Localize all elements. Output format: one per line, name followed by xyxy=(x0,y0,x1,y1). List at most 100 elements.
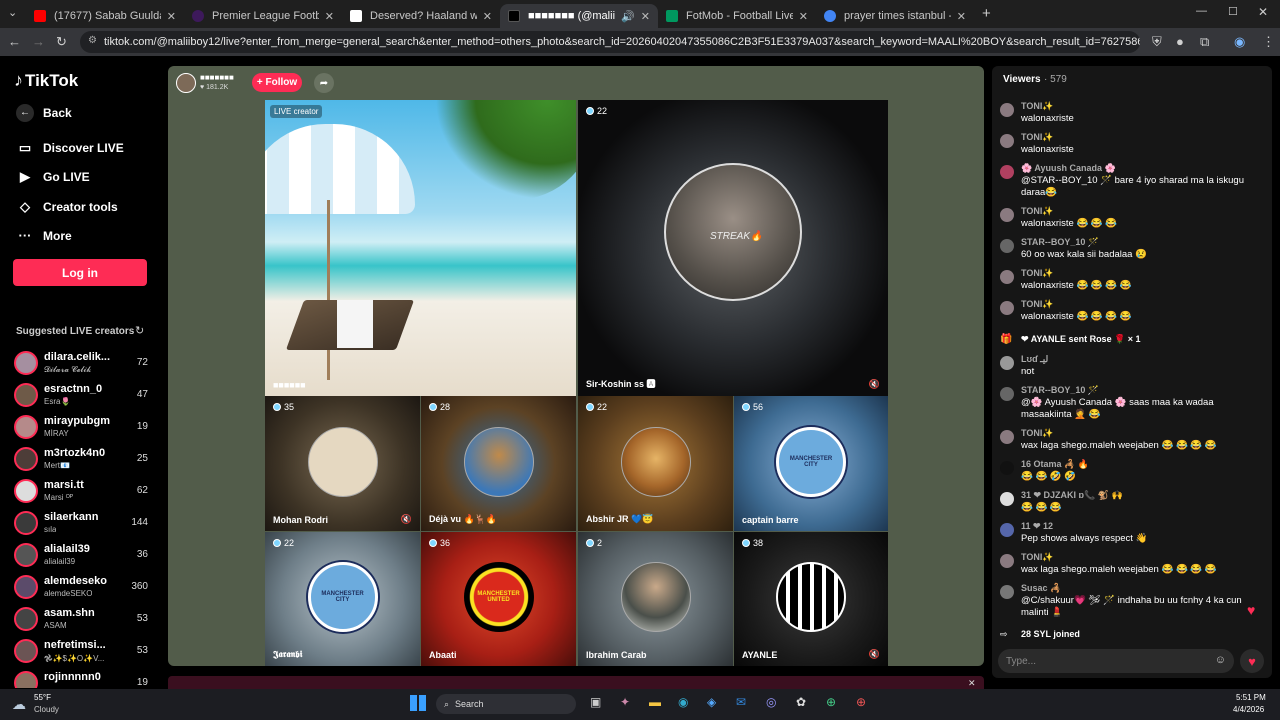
back-arrow-icon[interactable]: ← xyxy=(8,34,21,49)
close-icon[interactable]: ✕ xyxy=(641,10,650,23)
guest-tile-6[interactable]: 22 MANCHESTER CITY 𝕵𝖆𝖗𝖆𝖓𝖇𝖎 xyxy=(265,532,420,666)
browser-tab-4[interactable]: ■■■■■■■ (@maliiboy1🔊✕ xyxy=(500,4,658,28)
diamond-icon xyxy=(586,539,594,547)
avatar xyxy=(1000,492,1014,506)
heart-icon: ♥ xyxy=(1248,653,1256,669)
puzzle-icon[interactable]: ⧉ xyxy=(1200,34,1209,50)
app-icon-2[interactable]: ✿ xyxy=(796,695,806,709)
login-button[interactable]: Log in xyxy=(13,259,147,286)
share-button[interactable]: ➦ xyxy=(314,73,334,93)
outlook-icon[interactable]: ✉ xyxy=(736,695,746,709)
guest-tile-4[interactable]: 22 Abshir JR 💙😇 xyxy=(578,396,733,531)
creator-row[interactable]: dilara.celik... 𝓓𝓲𝓵𝓪𝓻𝓪 𝓒𝓮𝓵𝓲𝓴 72 xyxy=(14,348,148,382)
chrome-profile-icon[interactable]: ⊕ xyxy=(856,695,866,709)
host-avatar[interactable] xyxy=(176,73,196,93)
suggested-title: Suggested LIVE creators xyxy=(16,326,135,337)
diamond-icon xyxy=(586,403,594,411)
bottom-banner xyxy=(168,676,984,689)
avatar xyxy=(14,351,38,375)
menu-icon[interactable]: ⋮ xyxy=(1262,34,1275,50)
emoji-icon[interactable]: ☺ xyxy=(1215,654,1226,666)
clock-time[interactable]: 5:51 PM xyxy=(1236,693,1266,702)
creator-row[interactable]: nefretimsi... 𖣘✨$✨O✨V... 53 xyxy=(14,636,148,670)
avatar xyxy=(14,607,38,631)
guest-tile-5[interactable]: 56 MANCHESTER CITY captain barre xyxy=(734,396,888,531)
chat-input[interactable]: Type... ☺ xyxy=(998,649,1234,673)
guest-tile-1[interactable]: 22 STREAK🔥 Sir-Koshin ss 🅰 🔇 xyxy=(578,100,888,396)
chrome-icon[interactable]: ⊕ xyxy=(826,695,836,709)
close-window-button[interactable]: ✕ xyxy=(1258,5,1268,19)
close-icon[interactable]: ✕ xyxy=(957,10,966,23)
reload-icon[interactable]: ↻ xyxy=(56,34,67,50)
host-name[interactable]: ■■■■■■■ xyxy=(200,73,234,82)
viewers-label[interactable]: Viewers xyxy=(1003,74,1041,85)
nav-go-live[interactable]: ▶ Go LIVE xyxy=(16,169,90,185)
manchester-city-crest: MANCHESTER CITY xyxy=(307,562,378,632)
browser-tab-6[interactable]: prayer times istanbul - Google✕ xyxy=(816,4,974,28)
browser-tab-1[interactable]: (17677) Sabab Guuldaradii City✕ xyxy=(26,4,184,28)
address-bar[interactable]: ⚙ tiktok.com/@maliiboy12/live?enter_from… xyxy=(80,31,1140,53)
browser-tab-5[interactable]: FotMob - Football Live Scores✕ xyxy=(658,4,816,28)
audio-icon[interactable]: 🔊 xyxy=(621,10,635,23)
tiktok-logo[interactable]: ♪ TikTok xyxy=(14,70,78,91)
tiktok-note-icon: ♪ xyxy=(14,70,23,90)
nav-more[interactable]: ··· More xyxy=(16,228,72,243)
guest-tile-9[interactable]: 38 AYANLE 🔇 xyxy=(734,532,888,666)
chair-backrest xyxy=(337,300,373,348)
close-icon[interactable]: ✕ xyxy=(167,10,176,23)
muted-mic-icon: 🔇 xyxy=(868,379,880,389)
guest-tile-7[interactable]: 36 MANCHESTER UNITED Abaati xyxy=(421,532,576,666)
creator-row[interactable]: marsi.tt Marsi ᴼᴾ 62 xyxy=(14,476,148,510)
creator-row[interactable]: silaerkann sıla 144 xyxy=(14,508,148,542)
avatar xyxy=(1000,208,1014,222)
taskbar-search[interactable]: ⌕ Search xyxy=(436,694,576,714)
creator-row[interactable]: alemdeseko alemdeSEKO 360 xyxy=(14,572,148,606)
follow-button[interactable]: + Follow xyxy=(252,73,302,92)
windows-start-icon[interactable] xyxy=(410,695,426,711)
browser-tab-3[interactable]: Deserved? Haaland wins UEFA✕ xyxy=(342,4,500,28)
diamond-icon xyxy=(429,403,437,411)
like-button[interactable]: ♥ xyxy=(1240,649,1264,673)
store-icon[interactable]: ◈ xyxy=(707,695,716,709)
tab-search-icon[interactable]: ⌄ xyxy=(8,6,17,19)
manchester-united-crest: MANCHESTER UNITED xyxy=(463,562,534,632)
guest-name: 𝕵𝖆𝖗𝖆𝖓𝖇𝖎 xyxy=(273,649,303,659)
creator-row[interactable]: asam.shn ASAM 53 xyxy=(14,604,148,638)
new-tab-button[interactable]: + xyxy=(982,5,991,22)
forward-arrow-icon[interactable]: → xyxy=(32,34,45,49)
creator-row[interactable]: esractnn_0 Esra🌷 47 xyxy=(14,380,148,414)
file-explorer-icon[interactable]: ▬ xyxy=(649,695,661,709)
site-info-icon[interactable]: ⚙ xyxy=(88,35,97,46)
guest-tile-8[interactable]: 2 Ibrahim Carab xyxy=(578,532,733,666)
copilot-icon[interactable]: ✦ xyxy=(620,695,630,709)
maximize-button[interactable]: ☐ xyxy=(1228,5,1238,18)
creator-row[interactable]: alialail39 alialail39 36 xyxy=(14,540,148,574)
taskview-icon[interactable]: ▣ xyxy=(590,695,601,709)
extension-icon[interactable]: ● xyxy=(1176,34,1184,49)
back-link[interactable]: ← Back xyxy=(16,104,72,122)
guest-tile-3[interactable]: 28 Déjà vu 🔥🦌🔥 xyxy=(421,396,576,531)
profile-icon[interactable]: ◉ xyxy=(1234,34,1245,50)
creator-row[interactable]: miraypubgm MİRAY 19 xyxy=(14,412,148,446)
host-likes: ♥ 181.2K xyxy=(200,84,229,91)
close-icon[interactable]: ✕ xyxy=(483,10,492,23)
guest-tile-2[interactable]: 35 Mohan Rodri 🔇 xyxy=(265,396,420,531)
viewers-count: · 579 xyxy=(1044,74,1067,85)
creator-row[interactable]: m3rtozk4n0 Mert📧 25 xyxy=(14,444,148,478)
avatar xyxy=(14,639,38,663)
creator-row[interactable]: rojinnnnn0 19 xyxy=(14,668,148,688)
weather-temp[interactable]: 55°F xyxy=(34,693,51,702)
shield-icon[interactable]: ⛨ xyxy=(1152,34,1162,50)
weather-desc: Cloudy xyxy=(34,705,59,714)
nav-creator-tools[interactable]: ◇ Creator tools xyxy=(16,199,118,215)
close-icon[interactable]: ✕ xyxy=(325,10,334,23)
close-icon[interactable]: ✕ xyxy=(799,10,808,23)
refresh-icon[interactable]: ↻ xyxy=(135,324,144,337)
banner-close-icon[interactable]: ✕ xyxy=(968,678,976,689)
edge-icon[interactable]: ◉ xyxy=(678,695,688,709)
app-icon[interactable]: ◎ xyxy=(766,695,776,709)
nav-discover-live[interactable]: ▭ Discover LIVE xyxy=(16,140,124,156)
browser-tab-2[interactable]: Premier League Football News,✕ xyxy=(184,4,342,28)
host-video-tile[interactable]: LIVE creator ■■■■■■ xyxy=(265,100,576,396)
minimize-button[interactable]: — xyxy=(1196,5,1207,17)
